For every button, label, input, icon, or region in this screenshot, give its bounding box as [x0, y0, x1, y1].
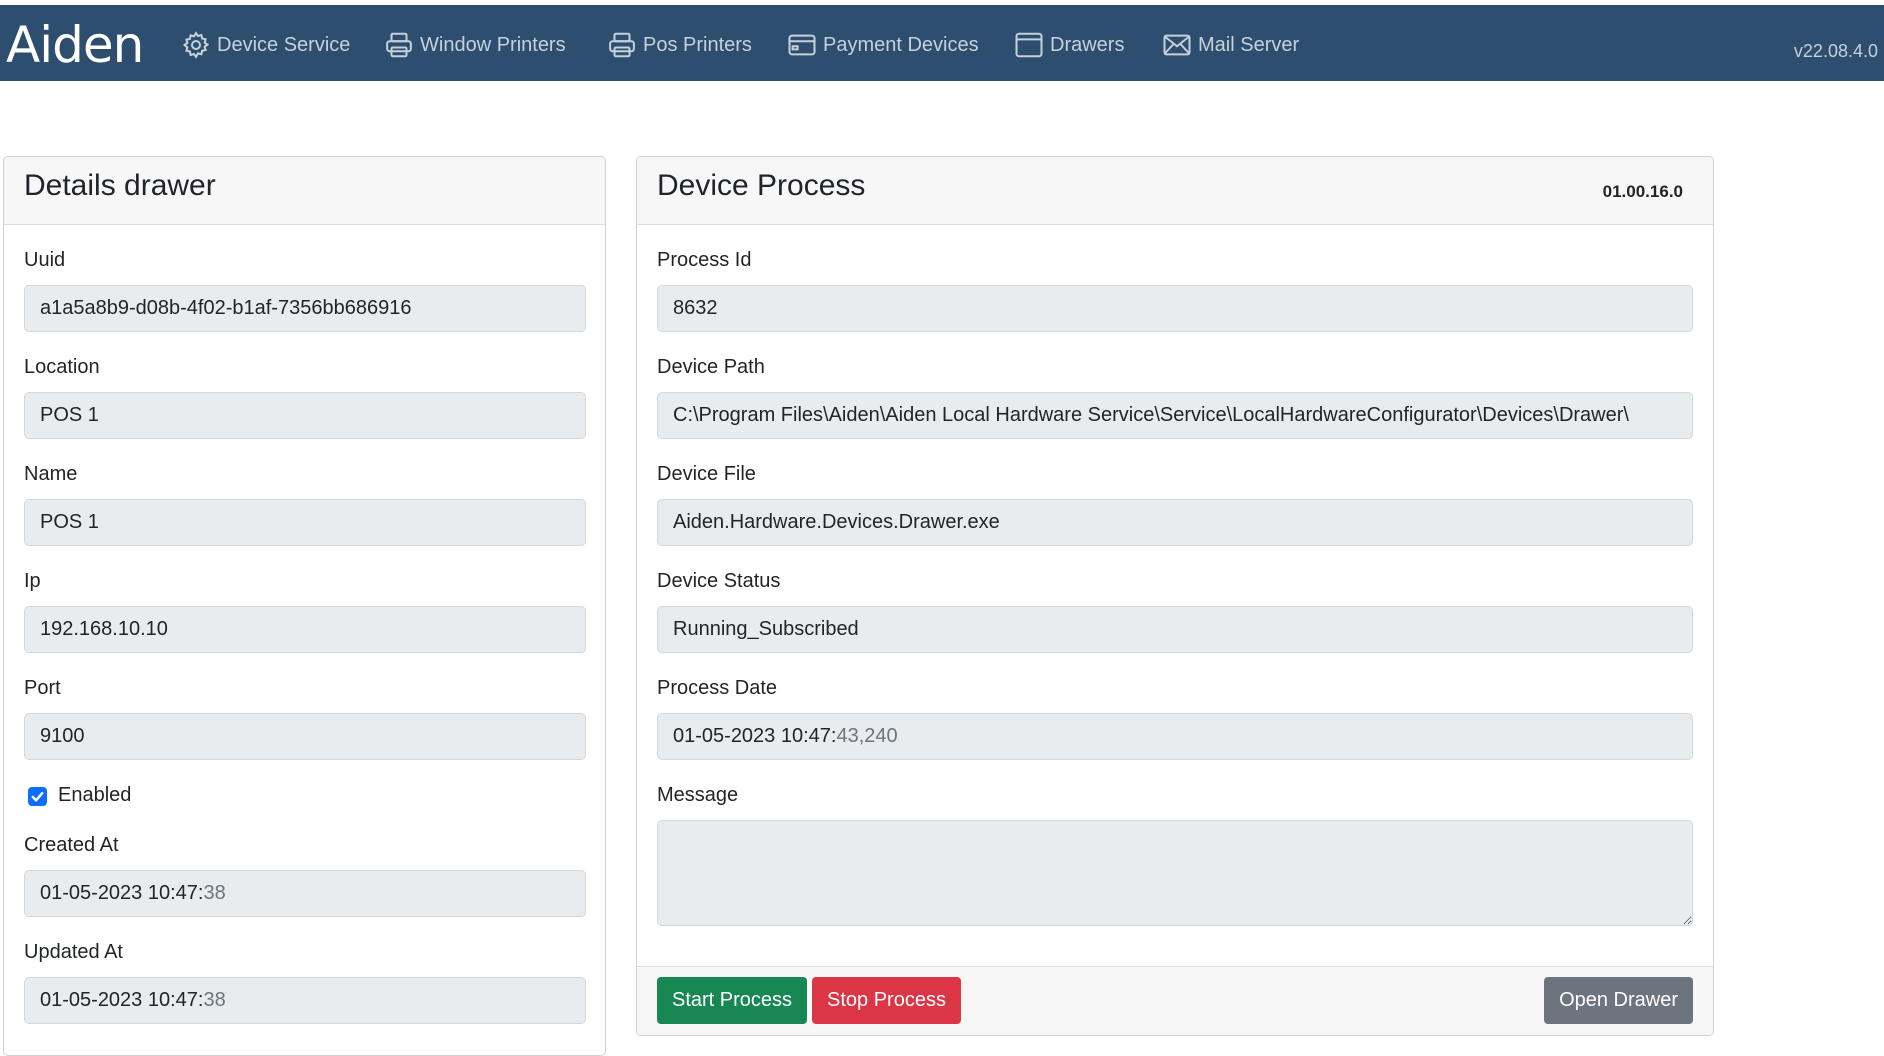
- credit-card-icon: [788, 34, 816, 56]
- created-at-field[interactable]: 01-05-2023 10:47:38: [24, 870, 586, 917]
- app-version: v22.08.4.0: [1793, 41, 1878, 61]
- nav-label: Payment Devices: [823, 33, 979, 56]
- updated-at-seconds: 38: [203, 989, 226, 1011]
- created-at-label: Created At: [24, 834, 119, 856]
- port-field[interactable]: 9100: [24, 713, 586, 760]
- stop-process-button[interactable]: Stop Process: [812, 977, 961, 1024]
- uuid-field[interactable]: a1a5a8b9-d08b-4f02-b1af-7356bb686916: [24, 285, 586, 332]
- updated-at-main: 01-05-2023 10:47:: [40, 989, 204, 1011]
- created-at-seconds: 38: [203, 882, 226, 904]
- brand-text: Aiden: [6, 16, 144, 74]
- gear-icon: [182, 31, 210, 59]
- ip-label: Ip: [24, 570, 41, 592]
- nav-label: Window Printers: [420, 33, 566, 56]
- printer-icon: [609, 32, 635, 58]
- details-drawer-card: Details drawer Uuid a1a5a8b9-d08b-4f02-b…: [3, 156, 606, 1056]
- top-navbar: Aiden Device Service Window Printers Pos…: [0, 5, 1884, 81]
- nav-mail-server[interactable]: Mail Server: [1162, 27, 1299, 63]
- device-path-field[interactable]: C:\Program Files\Aiden\Aiden Local Hardw…: [657, 392, 1693, 439]
- updated-at-label: Updated At: [24, 941, 123, 963]
- device-process-card: Device Process 01.00.16.0 Process Id 863…: [636, 156, 1714, 1036]
- created-at-main: 01-05-2023 10:47:: [40, 882, 204, 904]
- updated-at-field[interactable]: 01-05-2023 10:47:38: [24, 977, 586, 1024]
- printer-icon: [386, 32, 412, 58]
- envelope-icon: [1163, 34, 1191, 56]
- start-process-button[interactable]: Start Process: [657, 977, 808, 1024]
- location-label: Location: [24, 356, 100, 378]
- card-title: Details drawer: [24, 169, 216, 202]
- nav-label: Mail Server: [1198, 33, 1300, 56]
- process-date-field[interactable]: 01-05-2023 10:47:43,240: [657, 713, 1693, 760]
- device-path-label: Device Path: [657, 356, 765, 378]
- card-header: Details drawer: [4, 157, 605, 225]
- card-footer: Start Process Stop Process Open Drawer: [637, 966, 1713, 1035]
- name-label: Name: [24, 463, 78, 485]
- message-label: Message: [657, 784, 739, 806]
- nav-label: Drawers: [1050, 33, 1125, 56]
- drawer-icon: [1015, 32, 1043, 58]
- process-date-seconds: 43,240: [836, 725, 898, 747]
- brand-logo[interactable]: Aiden: [6, 16, 144, 74]
- device-status-label: Device Status: [657, 570, 781, 592]
- process-date-main: 01-05-2023 10:47:: [673, 725, 837, 747]
- enabled-checkbox[interactable]: [28, 787, 47, 806]
- enabled-label: Enabled: [58, 784, 132, 806]
- device-status-field[interactable]: Running_Subscribed: [657, 606, 1693, 653]
- device-file-label: Device File: [657, 463, 756, 485]
- uuid-label: Uuid: [24, 249, 66, 271]
- nav-device-service[interactable]: Device Service: [181, 27, 350, 63]
- open-drawer-button[interactable]: Open Drawer: [1544, 977, 1693, 1024]
- ip-field[interactable]: 192.168.10.10: [24, 606, 586, 653]
- device-file-field[interactable]: Aiden.Hardware.Devices.Drawer.exe: [657, 499, 1693, 546]
- process-id-label: Process Id: [657, 249, 752, 271]
- nav-label: Pos Printers: [643, 33, 752, 56]
- nav-label: Device Service: [217, 33, 351, 56]
- nav-drawers[interactable]: Drawers: [1014, 27, 1124, 63]
- nav-window-printers[interactable]: Window Printers: [384, 27, 566, 63]
- check-icon: [31, 791, 44, 802]
- name-field[interactable]: POS 1: [24, 499, 586, 546]
- card-title: Device Process: [657, 169, 866, 202]
- process-date-label: Process Date: [657, 677, 778, 699]
- nav-payment-devices[interactable]: Payment Devices: [787, 27, 979, 63]
- nav-pos-printers[interactable]: Pos Printers: [607, 27, 752, 63]
- card-header: Device Process 01.00.16.0: [637, 157, 1713, 225]
- location-field[interactable]: POS 1: [24, 392, 586, 439]
- message-textarea[interactable]: [657, 820, 1693, 926]
- port-label: Port: [24, 677, 61, 699]
- process-id-field[interactable]: 8632: [657, 285, 1693, 332]
- process-version: 01.00.16.0: [1602, 182, 1683, 201]
